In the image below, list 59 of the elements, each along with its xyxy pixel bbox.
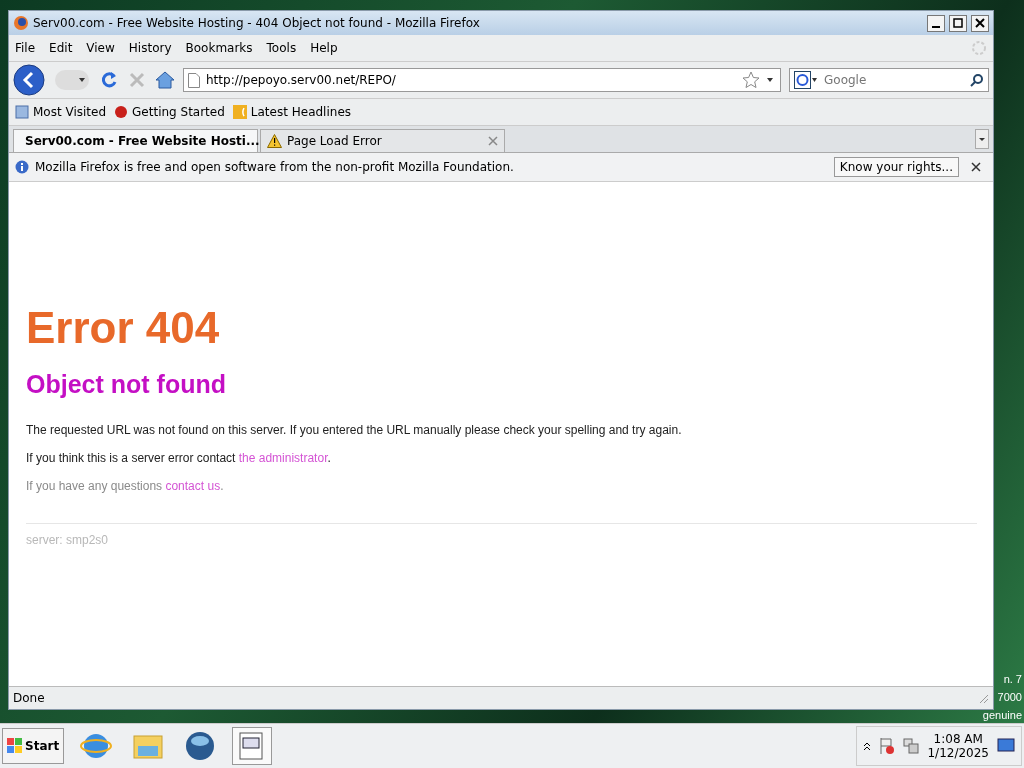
error-heading: Error 404 (26, 302, 221, 354)
minimize-button[interactable] (927, 14, 945, 32)
chevron-up-icon[interactable] (863, 741, 872, 752)
close-icon (975, 18, 985, 28)
menu-item[interactable]: Tools (266, 41, 297, 55)
menu-item[interactable]: View (86, 41, 115, 55)
maximize-button[interactable] (949, 14, 967, 32)
clock[interactable]: 1:08 AM 1/12/2025 (927, 732, 989, 761)
menu-item[interactable]: Help (310, 41, 338, 55)
minimize-icon (932, 25, 940, 28)
page-icon (188, 72, 200, 88)
error-subheading: Object not found (26, 370, 227, 399)
close-icon[interactable] (971, 162, 981, 172)
desktop-text: genuine (982, 708, 1022, 724)
menu-item[interactable]: File (15, 41, 36, 55)
menu-item[interactable]: Bookmarks (185, 41, 253, 55)
back-button[interactable] (13, 64, 47, 96)
desktop-text: n. 7 (1003, 672, 1022, 688)
close-button[interactable] (971, 14, 989, 32)
contact-link[interactable]: the administrator (238, 451, 328, 465)
know-rights-button[interactable]: Know your rights... (833, 157, 959, 177)
search-icon[interactable] (970, 73, 984, 87)
menu-item[interactable]: History (128, 41, 172, 55)
start-button[interactable]: Start (2, 728, 65, 765)
star-icon[interactable] (742, 71, 760, 89)
bookmark-item[interactable]: Latest Headlines (232, 105, 351, 119)
bookmark-item[interactable]: Getting Started (114, 105, 225, 119)
desktop-text: 7000 (997, 690, 1022, 706)
reload-icon[interactable] (99, 70, 119, 90)
flag-icon[interactable] (879, 737, 896, 756)
info-icon (15, 160, 29, 174)
error-message: If you have any questions contact us. (26, 479, 225, 493)
window-title: Serv00.com - Free Website Hosting - 404 Object not found - Mozilla Firefox (33, 16, 481, 30)
feed-icon (232, 105, 247, 119)
notification-text: Mozilla Firefox is free and open software from the non-profit Mozilla Foundation. (35, 160, 515, 174)
search-engine-icon (794, 71, 818, 89)
app-window-icon[interactable] (232, 727, 273, 766)
resize-grip-icon (977, 692, 989, 704)
address-bar[interactable]: http://pepoyo.serv00.net/REPO/ (183, 68, 781, 92)
windows-logo-icon (7, 738, 23, 755)
warning-icon (267, 134, 282, 148)
maximize-icon (953, 18, 963, 28)
error-message: The requested URL was not found on this server. If you entered the URL manually please check your spelling and try again. (26, 423, 683, 437)
browser-tab[interactable]: Serv00.com - Free Website Hosti... (13, 129, 258, 152)
network-icon[interactable] (903, 738, 920, 755)
bookmark-item[interactable]: Most Visited (15, 105, 107, 119)
home-icon[interactable] (155, 70, 175, 90)
browser-tab[interactable]: Page Load Error (260, 129, 505, 152)
tab-list-button[interactable] (975, 129, 989, 149)
status-text: Done (13, 691, 46, 705)
firefox-logo-icon (13, 15, 29, 31)
dropdown-icon[interactable] (766, 77, 774, 83)
error-message: If you think this is a server error contact the administrator. (26, 451, 332, 465)
server-info: server: smp2s0 (26, 533, 109, 547)
menu-item[interactable]: Edit (49, 41, 73, 55)
search-box[interactable]: Google (789, 68, 989, 92)
throbber-icon (971, 40, 987, 56)
bookmark-page-icon (15, 105, 29, 119)
show-desktop-icon[interactable] (997, 738, 1015, 755)
